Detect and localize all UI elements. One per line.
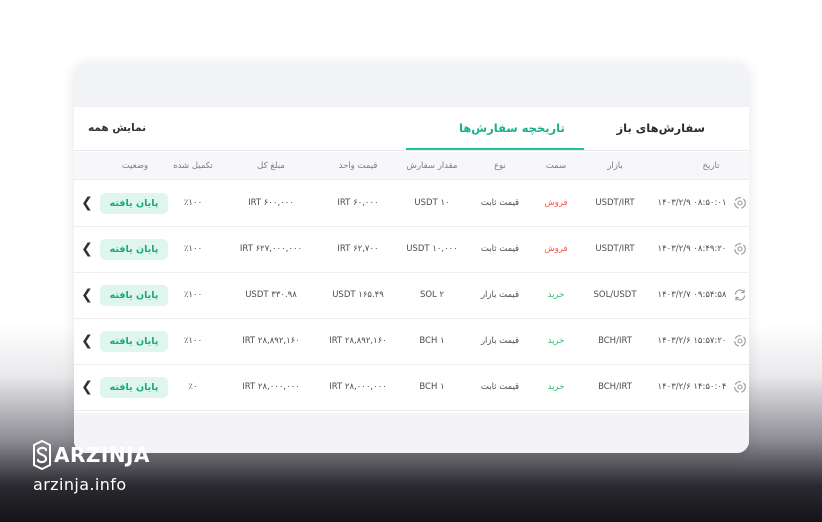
order-date: ۱۴۰۳/۲/۶ ۱۴:۵۰:۰۴ — [657, 382, 727, 392]
filled-percent: ٪۱۰۰ — [183, 244, 203, 254]
card-header-strip — [74, 63, 749, 107]
table-row[interactable]: ❮ پایان یافته ٪۱۰۰ IRT ۶۲۷,۰۰۰,۰۰۰ IRT ۶… — [74, 227, 749, 273]
order-side: خرید — [547, 290, 565, 300]
tab-open-orders[interactable]: سفارش‌های باز — [617, 121, 706, 135]
total-amount: IRT ۲۸,۸۹۲,۱۶۰ — [242, 336, 300, 346]
order-history-card: نمایش همه تاریخچه سفارش‌ها سفارش‌های باز… — [74, 63, 749, 453]
order-amount: BCH ۱ — [419, 382, 445, 392]
unit-price: IRT ۲۸,۸۹۲,۱۶۰ — [329, 336, 387, 346]
market-pair: BCH/IRT — [598, 382, 632, 392]
unit-price: USDT ۱۶۵.۴۹ — [332, 290, 384, 300]
unit-price: IRT ۶۲,۷۰۰ — [337, 244, 379, 254]
chevron-left-icon[interactable]: ❮ — [80, 194, 94, 212]
brand-url: arzinja.info — [33, 475, 127, 494]
order-type: قیمت ثابت — [480, 198, 520, 208]
column-header-unit-price: قیمت واحد — [338, 161, 378, 171]
order-date: ۱۴۰۳/۲/۹ ۰۸:۴۹:۲۰ — [657, 244, 727, 254]
order-date: ۱۴۰۳/۲/۶ ۱۵:۵۷:۲۰ — [657, 336, 727, 346]
column-header-amount: مقدار سفارش — [406, 161, 458, 171]
status-badge: پایان یافته — [100, 377, 168, 398]
total-amount: USDT ۳۳۰.۹۸ — [245, 290, 297, 300]
table-row[interactable]: ❮ پایان یافته ٪۱۰۰ USDT ۳۳۰.۹۸ USDT ۱۶۵.… — [74, 273, 749, 319]
order-date: ۱۴۰۳/۲/۹ ۰۸:۵۰:۰۱ — [657, 198, 727, 208]
order-type: قیمت بازار — [480, 336, 520, 346]
tab-bar: نمایش همه تاریخچه سفارش‌ها سفارش‌های باز — [74, 107, 749, 151]
total-amount: IRT ۶۰۰,۰۰۰ — [248, 198, 294, 208]
market-pair: USDT/IRT — [595, 244, 635, 254]
chevron-left-icon[interactable]: ❮ — [80, 240, 94, 258]
unit-price: IRT ۶۰,۰۰۰ — [337, 198, 379, 208]
chevron-left-icon[interactable]: ❮ — [80, 332, 94, 350]
order-type: قیمت ثابت — [480, 382, 520, 392]
total-amount: IRT ۶۲۷,۰۰۰,۰۰۰ — [239, 244, 303, 254]
sync-circle-icon — [734, 381, 746, 393]
brand-name: ARZINJA — [54, 443, 150, 467]
order-amount: USDT ۱۰,۰۰۰ — [406, 244, 458, 254]
column-header-market: بازار — [607, 161, 623, 171]
column-header-side: سمت — [545, 161, 567, 171]
market-pair: SOL/USDT — [593, 290, 637, 300]
table-row[interactable]: ❮ پایان یافته ٪۱۰۰ IRT ۲۸,۸۹۲,۱۶۰ IRT ۲۸… — [74, 319, 749, 365]
active-tab-indicator — [406, 148, 584, 150]
filled-percent: ٪۰ — [188, 382, 198, 392]
status-badge: پایان یافته — [100, 239, 168, 260]
arzinja-logo-icon — [33, 440, 51, 470]
chevron-left-icon[interactable]: ❮ — [80, 286, 94, 304]
table-header: تاریخ بازار سمت نوع مقدار سفارش قیمت واح… — [74, 152, 749, 180]
order-side: خرید — [547, 382, 565, 392]
order-amount: BCH ۱ — [419, 336, 445, 346]
sync-circle-icon — [734, 197, 746, 209]
column-header-filled: تکمیل شده — [173, 161, 213, 171]
market-pair: BCH/IRT — [598, 336, 632, 346]
market-pair: USDT/IRT — [595, 198, 635, 208]
status-badge: پایان یافته — [100, 193, 168, 214]
order-side: فروش — [544, 244, 568, 254]
swap-arrows-icon — [734, 289, 746, 301]
filled-percent: ٪۱۰۰ — [183, 336, 203, 346]
order-amount: SOL ۲ — [419, 290, 445, 300]
column-header-status: وضعیت — [121, 161, 149, 171]
total-amount: IRT ۲۸,۰۰۰,۰۰۰ — [242, 382, 300, 392]
filled-percent: ٪۱۰۰ — [183, 198, 203, 208]
unit-price: IRT ۲۸,۰۰۰,۰۰۰ — [329, 382, 387, 392]
order-type: قیمت ثابت — [480, 244, 520, 254]
chevron-left-icon[interactable]: ❮ — [80, 378, 94, 396]
order-side: خرید — [547, 336, 565, 346]
sync-circle-icon — [734, 243, 746, 255]
order-date: ۱۴۰۳/۲/۷ ۰۹:۵۴:۵۸ — [657, 290, 727, 300]
order-amount: USDT ۱۰ — [414, 198, 450, 208]
table-row[interactable]: ❮ پایان یافته ٪۰ IRT ۲۸,۰۰۰,۰۰۰ IRT ۲۸,۰… — [74, 365, 749, 411]
column-header-date: تاریخ — [702, 161, 720, 171]
show-all-link[interactable]: نمایش همه — [88, 122, 146, 134]
column-header-type: نوع — [494, 161, 506, 171]
tab-order-history[interactable]: تاریخچه سفارش‌ها — [459, 121, 565, 135]
card-footer-strip — [74, 413, 749, 453]
status-badge: پایان یافته — [100, 285, 168, 306]
status-badge: پایان یافته — [100, 331, 168, 352]
order-side: فروش — [544, 198, 568, 208]
filled-percent: ٪۱۰۰ — [183, 290, 203, 300]
sync-circle-icon — [734, 335, 746, 347]
order-type: قیمت بازار — [480, 290, 520, 300]
column-header-total: مبلغ کل — [257, 161, 285, 171]
table-row[interactable]: ❮ پایان یافته ٪۱۰۰ IRT ۶۰۰,۰۰۰ IRT ۶۰,۰۰… — [74, 181, 749, 227]
